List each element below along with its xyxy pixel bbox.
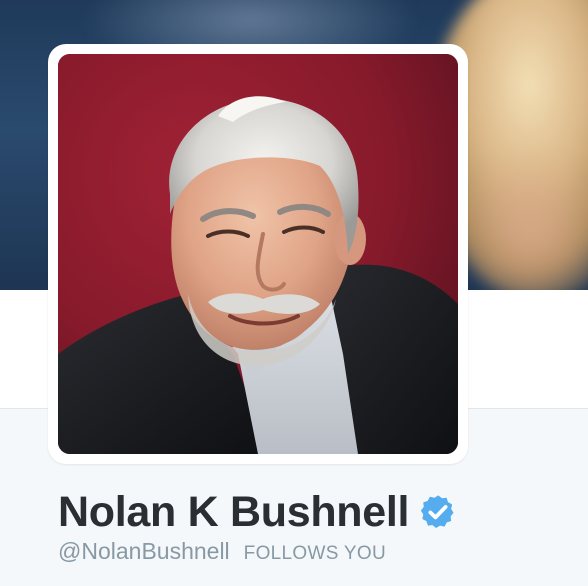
follows-you-label: FOLLOWS YOU <box>243 543 386 564</box>
profile-page: Nolan K Bushnell @NolanBushnell FOLLOWS … <box>0 0 588 586</box>
profile-name-row: Nolan K Bushnell <box>58 486 457 538</box>
profile-avatar[interactable] <box>58 54 458 454</box>
verified-badge-icon[interactable] <box>419 493 457 531</box>
profile-avatar-frame[interactable] <box>48 44 468 464</box>
profile-handle[interactable]: @NolanBushnell <box>58 538 230 565</box>
profile-handle-row: @NolanBushnell FOLLOWS YOU <box>58 538 386 565</box>
avatar-portrait-image <box>58 54 458 454</box>
profile-name[interactable]: Nolan K Bushnell <box>58 488 409 537</box>
